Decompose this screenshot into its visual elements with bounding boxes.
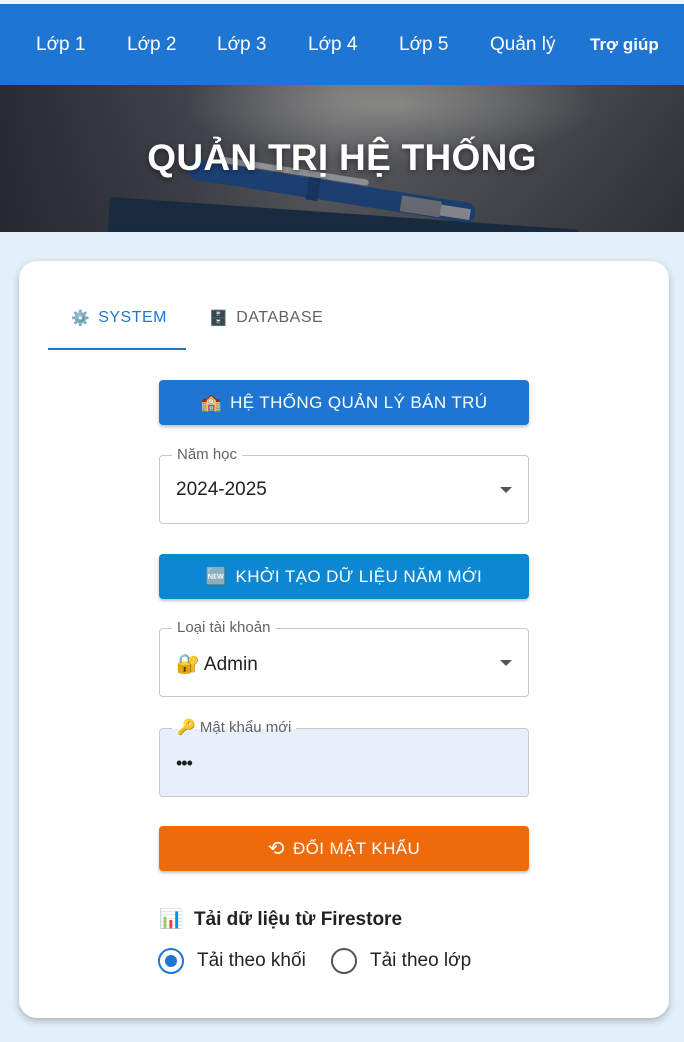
nav-item-lop-5[interactable]: Lớp 5: [399, 4, 448, 85]
database-icon: 🗄️: [209, 310, 229, 327]
page-title: QUẢN TRỊ HỆ THỐNG: [147, 137, 537, 178]
radio-label-by-class: Tải theo lớp: [370, 950, 472, 971]
firestore-section-title: 📊 Tải dữ liệu từ Firestore: [159, 907, 402, 931]
lock-reset-icon: ⟲: [267, 838, 285, 860]
dropdown-arrow-icon: [500, 487, 512, 493]
radio-option-by-grade[interactable]: Tải theo khối: [158, 947, 306, 975]
bantru-system-button[interactable]: 🏫 HỆ THỐNG QUẢN LÝ BÁN TRÚ: [159, 380, 529, 425]
new-password-label-text: Mật khẩu mới: [199, 719, 292, 736]
nav-item-lop-2[interactable]: Lớp 2: [127, 4, 176, 85]
school-year-value: 2024-2025: [176, 479, 267, 500]
bar-chart-icon: 📊: [159, 909, 183, 930]
nav-item-tro-giup[interactable]: Trợ giúp: [590, 4, 659, 85]
tab-system-label: SYSTEM: [98, 309, 167, 326]
new-password-value: •••: [176, 753, 193, 773]
nav-item-lop-1[interactable]: Lớp 1: [36, 4, 85, 85]
account-type-label: Loại tài khoản: [172, 619, 276, 637]
admin-card: ⚙️ SYSTEM 🗄️ DATABASE 🏫 HỆ THỐNG QUẢN LÝ…: [19, 261, 669, 1018]
new-icon: 🆕: [205, 566, 228, 586]
account-type-select[interactable]: Loại tài khoản 🔐 Admin: [159, 619, 529, 697]
change-password-button[interactable]: ⟲ ĐỔI MẬT KHẨU: [159, 826, 529, 871]
account-type-value: 🔐 Admin: [176, 652, 258, 676]
init-new-year-button-label: KHỞI TẠO DỮ LIỆU NĂM MỚI: [235, 566, 483, 586]
lock-icon: 🔐: [176, 654, 200, 675]
change-password-button-label: ĐỔI MẬT KHẨU: [292, 838, 421, 858]
bottom-strip: [0, 1038, 684, 1042]
school-year-label: Năm học: [172, 446, 243, 464]
firestore-section-title-text: Tải dữ liệu từ Firestore: [193, 909, 403, 930]
school-icon: 🏫: [200, 392, 223, 412]
bantru-system-button-label: HỆ THỐNG QUẢN LÝ BÁN TRÚ: [230, 392, 488, 412]
dropdown-arrow-icon: [500, 660, 512, 666]
key-icon: 🔑: [177, 719, 196, 736]
tab-system[interactable]: ⚙️ SYSTEM: [71, 309, 167, 351]
new-password-field[interactable]: 🔑 Mật khẩu mới •••: [159, 719, 529, 797]
nav-item-lop-4[interactable]: Lớp 4: [308, 4, 357, 85]
school-year-select[interactable]: Năm học 2024-2025: [159, 446, 529, 524]
account-type-text: Admin: [203, 654, 258, 675]
nav-item-quan-ly[interactable]: Quản lý: [490, 4, 555, 85]
top-navbar: Lớp 1 Lớp 2 Lớp 3 Lớp 4 Lớp 5 Quản lý Tr…: [0, 4, 684, 85]
radio-label-by-grade: Tải theo khối: [197, 950, 306, 971]
radio-button-by-grade[interactable]: [158, 948, 184, 974]
tab-database[interactable]: 🗄️ DATABASE: [209, 309, 323, 351]
radio-button-by-class[interactable]: [331, 948, 357, 974]
init-new-year-button[interactable]: 🆕 KHỞI TẠO DỮ LIỆU NĂM MỚI: [159, 554, 529, 599]
tab-database-label: DATABASE: [236, 309, 324, 326]
hero-banner: QUẢN TRỊ HỆ THỐNG: [0, 85, 684, 232]
radio-option-by-class[interactable]: Tải theo lớp: [331, 947, 471, 975]
gear-icon: ⚙️: [71, 310, 91, 327]
nav-item-lop-3[interactable]: Lớp 3: [217, 4, 266, 85]
active-tab-indicator: [48, 348, 186, 350]
new-password-label: 🔑 Mật khẩu mới: [172, 719, 297, 737]
